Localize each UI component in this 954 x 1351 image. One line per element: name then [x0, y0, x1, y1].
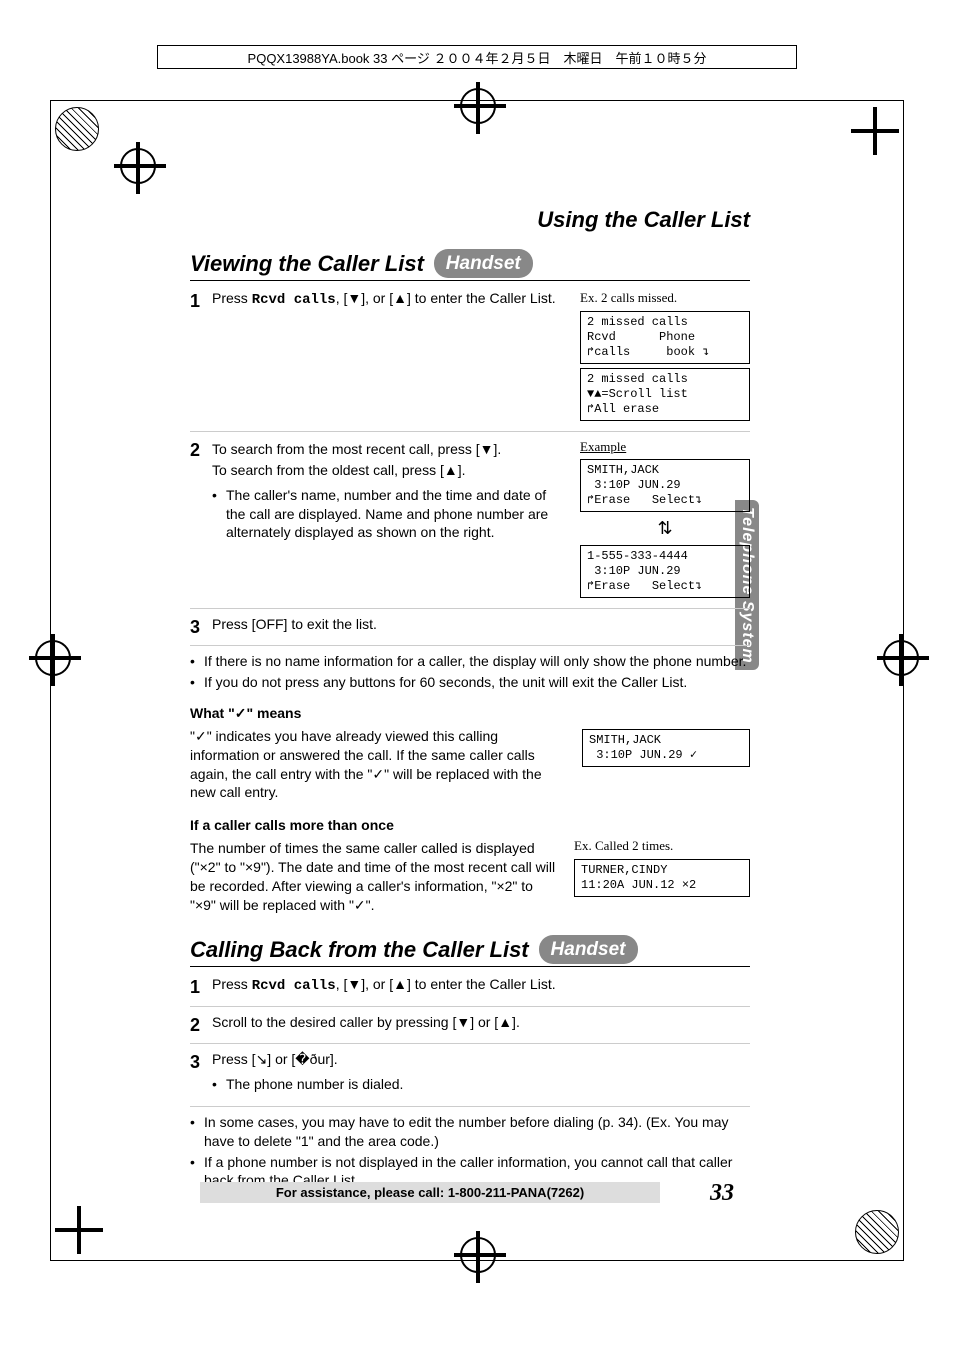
s1-note1: If there is no name information for a ca… [190, 652, 750, 671]
multi-heading: If a caller calls more than once [190, 816, 750, 835]
s2-step1-b: , [▼], or [▲] to enter the Caller List. [336, 976, 556, 992]
s1-step1-side: Ex. 2 calls missed. 2 missed calls Rcvd … [580, 289, 750, 425]
s1-step2-boxA: SMITH,JACK 3:10P JUN.29 ↱Erase Select↴ [580, 459, 750, 512]
s1-step1-body: Press Rcvd calls, [▼], or [▲] to enter t… [212, 289, 568, 310]
s1-step3: 3 Press [OFF] to exit the list. [190, 615, 750, 646]
handset-badge-2: Handset [539, 935, 638, 965]
s1-step1-box1: 2 missed calls Rcvd Phone ↱calls book ↴ [580, 311, 750, 364]
s2-step3-text: Press [↘] or [�ður]. [212, 1050, 750, 1069]
s1-step2-bullets: The caller's name, number and the time a… [212, 486, 568, 543]
check-para: "✓" indicates you have already viewed th… [190, 727, 570, 803]
s1-step2-bullet-text: The caller's name, number and the time a… [226, 486, 568, 543]
s2-step2-num: 2 [190, 1013, 212, 1037]
assist-text: For assistance, please call: 1-800-211-P… [276, 1185, 584, 1200]
s2-step3-body: Press [↘] or [�ður]. The phone number is… [212, 1050, 750, 1100]
reg-cross-tr [851, 107, 899, 155]
s1-step2-caption: Example [580, 438, 750, 456]
s1-step2-body: To search from the most recent call, pre… [212, 438, 568, 548]
multi-box: TURNER,CINDY 11:20A JUN.12 ×2 [574, 859, 750, 897]
section2-title: Calling Back from the Caller List [190, 935, 529, 965]
s2-notes: In some cases, you may have to edit the … [190, 1113, 750, 1191]
s1-step3-text: Press [OFF] to exit the list. [212, 615, 750, 634]
reg-ring-right [883, 640, 919, 676]
s1-step1: 1 Press Rcvd calls, [▼], or [▲] to enter… [190, 289, 750, 432]
s1-step1-mono: Rcvd calls [252, 292, 336, 308]
reg-cross-bl [55, 1206, 103, 1254]
s1-step3-num: 3 [190, 615, 212, 639]
s1-notes: If there is no name information for a ca… [190, 652, 750, 692]
section1-title: Viewing the Caller List [190, 249, 424, 279]
s2-step1-num: 1 [190, 975, 212, 999]
double-arrow-icon: ⇅ [580, 516, 750, 540]
handset-badge-1: Handset [434, 249, 533, 279]
multi-para: The number of times the same caller call… [190, 839, 562, 915]
page-title: Using the Caller List [190, 205, 750, 235]
book-header: PQQX13988YA.book 33 ページ ２００４年２月５日 木曜日 午前… [157, 45, 797, 69]
s1-step2-boxB: 1-555-333-4444 3:10P JUN.29 ↱Erase Selec… [580, 545, 750, 598]
s2-step3-num: 3 [190, 1050, 212, 1074]
reg-hatch-br [855, 1210, 899, 1254]
s2-step3-sub: The phone number is dialed. [212, 1075, 750, 1094]
s2-step2: 2 Scroll to the desired caller by pressi… [190, 1013, 750, 1044]
s2-step1-a: Press [212, 976, 252, 992]
s2-step3-sub-text: The phone number is dialed. [226, 1075, 403, 1094]
s1-step2-line2: To search from the oldest call, press [▲… [212, 461, 568, 480]
s1-step1-num: 1 [190, 289, 212, 313]
s2-step1-mono: Rcvd calls [252, 978, 336, 994]
check-heading: What "✓" means [190, 704, 750, 723]
assist-bar: For assistance, please call: 1-800-211-P… [200, 1182, 660, 1203]
page-number: 33 [710, 1180, 734, 1207]
s2-step3: 3 Press [↘] or [�ður]. The phone number … [190, 1050, 750, 1107]
s1-step1-text-a: Press [212, 290, 252, 306]
s1-step2: 2 To search from the most recent call, p… [190, 438, 750, 609]
s2-note1-text: In some cases, you may have to edit the … [204, 1113, 750, 1151]
multi-caption: Ex. Called 2 times. [574, 837, 750, 855]
check-box: SMITH,JACK 3:10P JUN.29 ✓ [582, 729, 750, 767]
reg-ring-left [35, 640, 71, 676]
s1-step1-text-b: , [▼], or [▲] to enter the Caller List. [336, 290, 556, 306]
s2-note1: In some cases, you may have to edit the … [190, 1113, 750, 1151]
book-header-text: PQQX13988YA.book 33 ページ ２００４年２月５日 木曜日 午前… [248, 48, 707, 67]
s1-note1-text: If there is no name information for a ca… [204, 652, 746, 671]
s1-step1-box2: 2 missed calls ▼▲=Scroll list ↱All erase [580, 368, 750, 421]
reg-hatch-tl [55, 107, 99, 151]
s1-note2-text: If you do not press any buttons for 60 s… [204, 673, 687, 692]
s1-note2: If you do not press any buttons for 60 s… [190, 673, 750, 692]
reg-ring-header [120, 148, 156, 184]
s2-step1: 1 Press Rcvd calls, [▼], or [▲] to enter… [190, 975, 750, 1006]
reg-ring-top [460, 88, 496, 124]
section1-heading-row: Viewing the Caller List Handset [190, 249, 750, 282]
s1-step2-bullet: The caller's name, number and the time a… [212, 486, 568, 543]
s1-step1-caption: Ex. 2 calls missed. [580, 289, 750, 307]
s1-step2-side: Example SMITH,JACK 3:10P JUN.29 ↱Erase S… [580, 438, 750, 602]
s1-step2-line1: To search from the most recent call, pre… [212, 440, 568, 459]
s2-step1-body: Press Rcvd calls, [▼], or [▲] to enter t… [212, 975, 750, 996]
reg-ring-bottom [460, 1237, 496, 1273]
page-content: Using the Caller List Viewing the Caller… [190, 205, 750, 1196]
section2-heading-row: Calling Back from the Caller List Handse… [190, 935, 750, 968]
s2-step2-text: Scroll to the desired caller by pressing… [212, 1013, 750, 1032]
s1-step2-num: 2 [190, 438, 212, 462]
